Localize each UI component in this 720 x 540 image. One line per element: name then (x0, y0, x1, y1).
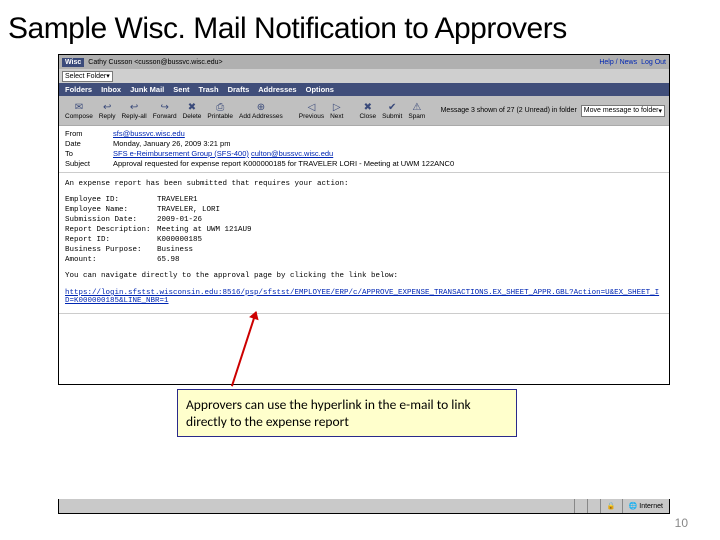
app-banner: Wisc Cathy Cusson <cusson@bussvc.wisc.ed… (59, 55, 669, 69)
from-label: From (65, 129, 113, 139)
tab-folders[interactable]: Folders (65, 85, 92, 94)
callout-text: Approvers can use the hyperlink in the e… (186, 396, 471, 430)
emp-name-value: TRAVELER, LORI (157, 205, 220, 215)
from-link[interactable]: sfs@bussvc.wisc.edu (113, 129, 185, 139)
message-toolbar: ✉Compose ↩Reply ↩Reply-all ↪Forward ✖Del… (59, 96, 669, 126)
compose-icon: ✉ (75, 102, 83, 113)
tab-options[interactable]: Options (306, 85, 334, 94)
date-label: Date (65, 139, 113, 149)
tab-junkmail[interactable]: Junk Mail (130, 85, 164, 94)
reply-button[interactable]: ↩Reply (97, 102, 118, 120)
to-group-link[interactable]: SFS e-Reimbursement Group (SFS-400) (113, 149, 249, 158)
tab-drafts[interactable]: Drafts (228, 85, 250, 94)
submit-icon: ✔ (388, 102, 396, 113)
select-folder-dropdown[interactable]: Select Folder ▾ (62, 71, 113, 82)
delete-button[interactable]: ✖Delete (181, 102, 204, 120)
slide-title: Sample Wisc. Mail Notification to Approv… (0, 0, 720, 54)
printable-button[interactable]: ⎙Printable (205, 102, 235, 120)
close-icon: ✖ (364, 102, 372, 113)
lock-icon: 🔒 (600, 499, 622, 513)
report-desc-value: Meeting at UWM 121AU9 (157, 225, 252, 235)
next-button[interactable]: ▷Next (328, 102, 345, 120)
forward-button[interactable]: ↪Forward (151, 102, 179, 120)
report-id-value: K000000185 (157, 235, 202, 245)
wisc-logo: Wisc (62, 58, 84, 67)
delete-icon: ✖ (188, 102, 196, 113)
spam-button[interactable]: ⚠Spam (406, 102, 427, 120)
subject-label: Subject (65, 159, 113, 169)
emp-id-value: TRAVELER1 (157, 195, 198, 205)
tab-bar: Folders Inbox Junk Mail Sent Trash Draft… (59, 83, 669, 96)
tab-addresses[interactable]: Addresses (258, 85, 296, 94)
globe-icon: 🌐 (629, 502, 638, 510)
move-label: Move message to folder (584, 107, 659, 114)
chevron-down-icon: ▾ (106, 72, 110, 80)
nav-instruction: You can navigate directly to the approva… (65, 271, 663, 281)
amount-label: Amount: (65, 255, 157, 265)
next-icon: ▷ (333, 102, 341, 113)
forward-icon: ↪ (160, 102, 168, 113)
close-button[interactable]: ✖Close (357, 102, 378, 120)
help-link[interactable]: Help / News (599, 59, 637, 66)
reply-icon: ↩ (103, 102, 111, 113)
tab-inbox[interactable]: Inbox (101, 85, 121, 94)
move-message-dropdown[interactable]: Move message to folder ▾ (581, 105, 665, 117)
report-desc-label: Report Description: (65, 225, 157, 235)
user-identity: Cathy Cusson <cusson@bussvc.wisc.edu> (88, 59, 599, 66)
browser-status-bar: 🔒 🌐 Internet (58, 499, 670, 514)
folder-row: Select Folder ▾ (59, 69, 669, 83)
date-value: Monday, January 26, 2009 3:21 pm (113, 139, 230, 149)
annotation-callout: Approvers can use the hyperlink in the e… (177, 389, 517, 437)
submit-button[interactable]: ✔Submit (380, 102, 404, 120)
amount-value: 65.98 (157, 255, 180, 265)
slide-number: 10 (675, 516, 688, 530)
spam-icon: ⚠ (412, 102, 421, 113)
emp-id-label: Employee ID: (65, 195, 157, 205)
tab-sent[interactable]: Sent (173, 85, 189, 94)
message-count-info: Message 3 shown of 27 (2 Unread) in fold… (441, 107, 577, 114)
to-email-link[interactable]: culton@bussvc.wisc.edu (251, 149, 333, 158)
message-body: An expense report has been submitted tha… (59, 173, 669, 289)
prev-button[interactable]: ◁Previous (297, 102, 326, 120)
message-headers: Fromsfs@bussvc.wisc.edu DateMonday, Janu… (59, 126, 669, 173)
purpose-label: Business Purpose: (65, 245, 157, 255)
sub-date-value: 2009-01-26 (157, 215, 202, 225)
address-icon: ⊕ (257, 102, 265, 113)
body-intro: An expense report has been submitted tha… (65, 179, 663, 189)
to-label: To (65, 149, 113, 159)
approval-hyperlink[interactable]: https://login.sfstst.wisconsin.edu:8516/… (59, 289, 669, 309)
wiscmail-window: Wisc Cathy Cusson <cusson@bussvc.wisc.ed… (58, 54, 670, 385)
sub-date-label: Submission Date: (65, 215, 157, 225)
purpose-value: Business (157, 245, 193, 255)
tab-trash[interactable]: Trash (199, 85, 219, 94)
replyall-icon: ↩ (130, 102, 138, 113)
logout-link[interactable]: Log Out (641, 59, 666, 66)
print-icon: ⎙ (216, 102, 224, 113)
report-id-label: Report ID: (65, 235, 157, 245)
add-addresses-button[interactable]: ⊕Add Addresses (237, 102, 285, 120)
chevron-down-icon: ▾ (658, 107, 662, 115)
zone-label: Internet (639, 503, 663, 510)
prev-icon: ◁ (308, 102, 316, 113)
select-folder-label: Select Folder (65, 73, 106, 80)
compose-button[interactable]: ✉Compose (63, 102, 95, 120)
emp-name-label: Employee Name: (65, 205, 157, 215)
replyall-button[interactable]: ↩Reply-all (119, 102, 148, 120)
subject-value: Approval requested for expense report K0… (113, 159, 454, 169)
